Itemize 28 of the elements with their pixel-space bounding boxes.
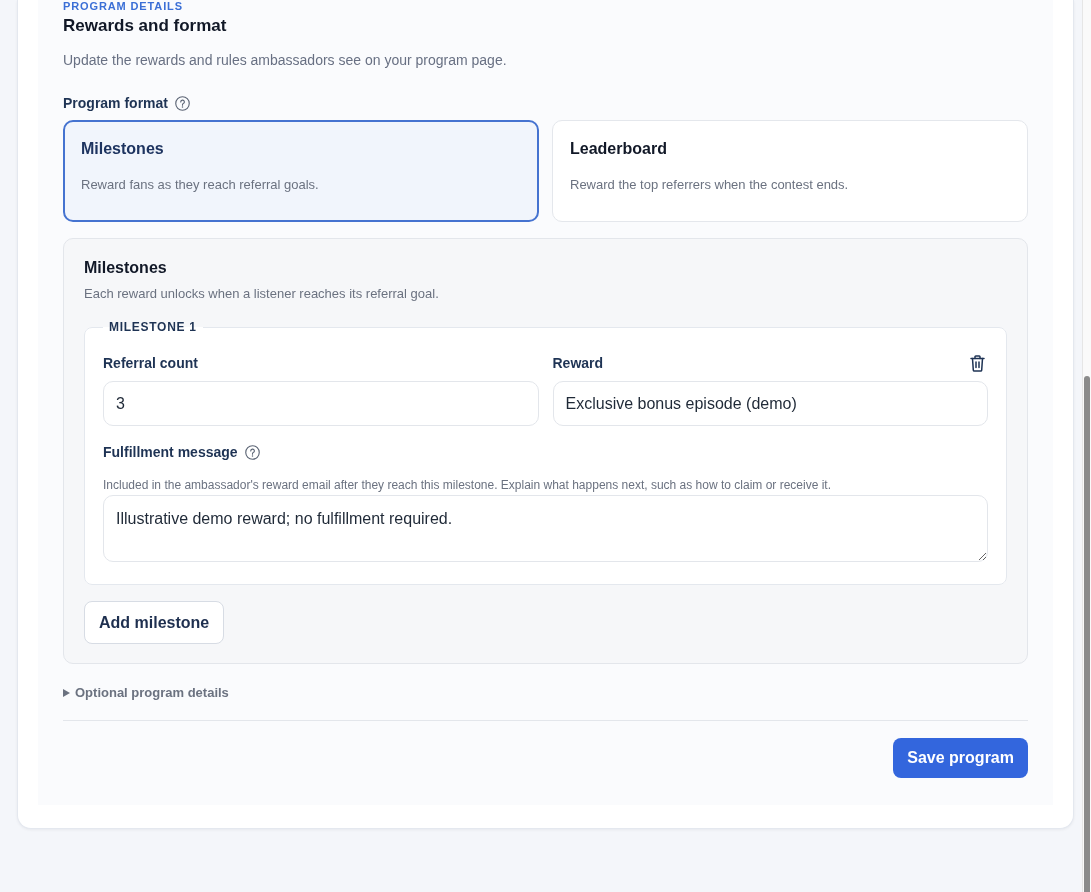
field-label: Program format	[63, 95, 169, 112]
save-program-button[interactable]: Save program	[893, 738, 1028, 778]
panel-title: Milestones	[84, 258, 168, 278]
format-option-card[interactable]: Leaderboard Reward the top referrers when the contest ends.	[552, 120, 1028, 222]
trash-icon[interactable]	[970, 355, 985, 372]
field-label: Reward	[552, 355, 604, 372]
panel-description: Each reward unlocks when a listener reaches its referral goal.	[84, 285, 440, 302]
referral-count-input[interactable]: 3	[103, 381, 539, 426]
reward-input[interactable]: Exclusive bonus episode (demo)	[552, 381, 988, 426]
optional-details-toggle[interactable]: Optional program details	[63, 685, 229, 701]
help-icon[interactable]	[175, 96, 191, 111]
option-title: Leaderboard	[570, 139, 668, 159]
option-description: Reward the top referrers when the contest ends.	[570, 176, 850, 194]
option-description: Reward fans as they reach referral goals.	[81, 176, 320, 194]
help-icon[interactable]	[244, 445, 260, 460]
scrollbar-thumb[interactable]	[1084, 376, 1090, 892]
field-label: Referral count	[103, 355, 198, 372]
field-help-text: Included in the ambassador's reward email after they reach this milestone. Explain what happens next, such as how to claim or receive it.	[103, 478, 832, 492]
section-description: Update the rewards and rules ambassadors see on your program page.	[63, 51, 508, 69]
fulfillment-message-textarea[interactable]: Illustrative demo reward; no fulfillment required.	[103, 495, 988, 562]
add-milestone-button[interactable]: Add milestone	[84, 601, 225, 644]
field-label: Fulfillment message	[103, 444, 238, 461]
format-option-card[interactable]: Milestones Reward fans as they reach referral goals.	[63, 120, 539, 222]
section-title: Rewards and format	[63, 15, 228, 36]
option-title: Milestones	[81, 139, 165, 159]
scrollbar-track[interactable]	[1082, 0, 1091, 892]
milestone-legend: MILESTONE 1	[103, 321, 203, 333]
section-eyebrow: PROGRAM DETAILS	[63, 0, 184, 12]
